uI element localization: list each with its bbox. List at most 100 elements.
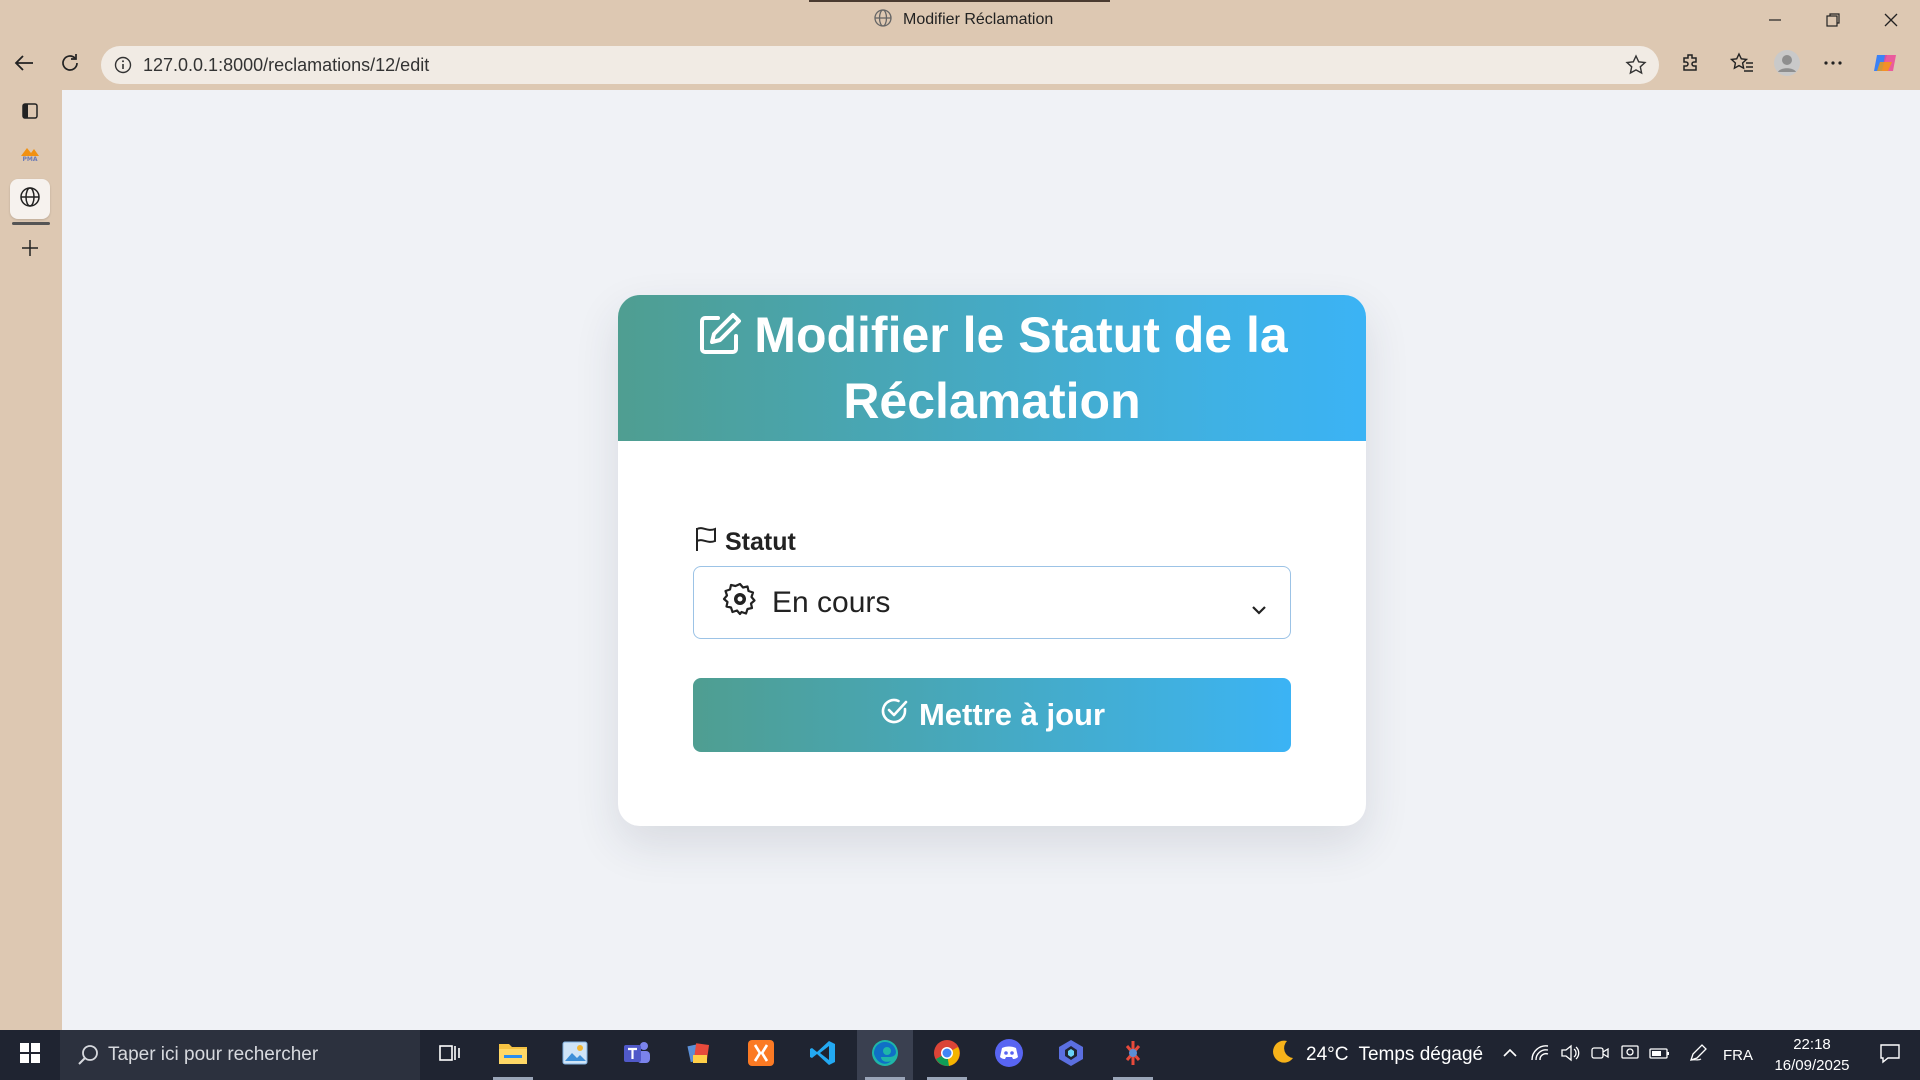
- sidebar-item-pma[interactable]: PMA: [10, 136, 50, 176]
- url-text[interactable]: 127.0.0.1:8000/reclamations/12/edit: [143, 55, 429, 76]
- more-icon: [1822, 52, 1844, 79]
- edit-icon: [696, 310, 744, 371]
- app-red-icon: [685, 1039, 713, 1072]
- taskbar-chrome[interactable]: [919, 1030, 975, 1080]
- taskbar-search-placeholder: Taper ici pour rechercher: [108, 1044, 319, 1065]
- volume-icon: [1560, 1044, 1580, 1067]
- pma-logo: PMA: [19, 146, 41, 167]
- card-title: Modifier le Statut de la Réclamation: [672, 305, 1312, 431]
- taskbar-file-explorer[interactable]: [485, 1030, 541, 1080]
- network-button[interactable]: [1526, 1030, 1554, 1080]
- taskbar-photos[interactable]: [547, 1030, 603, 1080]
- chrome-icon: [932, 1038, 962, 1073]
- battery-button[interactable]: [1646, 1030, 1674, 1080]
- task-view-button[interactable]: [422, 1030, 478, 1080]
- pen-button[interactable]: [1684, 1030, 1712, 1080]
- language-indicator[interactable]: FRA: [1718, 1030, 1758, 1080]
- page-viewport: Modifier le Statut de la Réclamation Sta…: [62, 90, 1920, 1030]
- copilot-icon: [1871, 49, 1899, 82]
- new-tab-button[interactable]: [10, 230, 50, 270]
- xampp-icon: [747, 1039, 775, 1072]
- display-icon: [1620, 1044, 1640, 1067]
- taskbar-vscode[interactable]: [795, 1030, 851, 1080]
- taskbar-copilot[interactable]: [1043, 1030, 1099, 1080]
- tab-actions-icon: [20, 101, 40, 126]
- show-hidden-icons-button[interactable]: [1496, 1030, 1524, 1080]
- search-icon: [76, 1043, 100, 1073]
- taskbar-app-red[interactable]: [671, 1030, 727, 1080]
- meet-now-button[interactable]: [1586, 1030, 1614, 1080]
- status-select-value: En cours: [772, 585, 891, 619]
- windows-logo-icon: [19, 1042, 41, 1069]
- notifications-button[interactable]: [1866, 1030, 1914, 1080]
- weather-widget[interactable]: 24°C Temps dégagé: [1268, 1030, 1483, 1080]
- copilot-taskbar-icon: [1056, 1038, 1086, 1073]
- display-settings-button[interactable]: [1616, 1030, 1644, 1080]
- folder-icon: [498, 1040, 528, 1071]
- site-info-icon[interactable]: [113, 55, 133, 80]
- task-view-icon: [438, 1041, 462, 1070]
- edge-icon: [870, 1038, 900, 1073]
- chevron-up-icon: [1501, 1044, 1519, 1067]
- update-button[interactable]: Mettre à jour: [693, 678, 1291, 752]
- svg-text:PMA: PMA: [22, 156, 37, 162]
- battery-icon: [1649, 1044, 1671, 1067]
- volume-button[interactable]: [1556, 1030, 1584, 1080]
- back-button[interactable]: [5, 46, 43, 84]
- title-bar: Modifier Réclamation: [0, 0, 1920, 40]
- new-tab-plus-icon: [20, 238, 40, 263]
- more-button[interactable]: [1814, 46, 1852, 84]
- chevron-down-icon: [1250, 593, 1268, 627]
- notification-icon: [1879, 1042, 1901, 1069]
- vscode-icon: [809, 1039, 837, 1072]
- status-label-text: Statut: [725, 528, 796, 556]
- moon-icon: [1268, 1038, 1296, 1072]
- back-icon: [13, 52, 35, 79]
- photos-icon: [561, 1039, 589, 1072]
- favorites-icon: [1729, 51, 1754, 79]
- minimize-button[interactable]: [1746, 0, 1804, 40]
- window-title-text: Modifier Réclamation: [903, 11, 1054, 28]
- teams-icon: [622, 1039, 652, 1072]
- clock[interactable]: 22:18 16/09/2025: [1762, 1034, 1862, 1076]
- check-circle-icon: [879, 696, 909, 734]
- browser-toolbar: 127.0.0.1:8000/reclamations/12/edit: [0, 40, 1920, 90]
- close-button[interactable]: [1862, 0, 1920, 40]
- window-title: Modifier Réclamation: [873, 0, 1053, 40]
- card-title-text: Modifier le Statut de la Réclamation: [754, 307, 1288, 429]
- gear-icon: [722, 581, 758, 625]
- weather-temp: 24°C: [1306, 1044, 1349, 1065]
- app-tool-icon: [1119, 1039, 1147, 1072]
- active-tab-underline: [12, 222, 50, 225]
- status-label: Statut: [693, 525, 796, 560]
- wifi-icon: [1530, 1044, 1550, 1067]
- taskbar-discord[interactable]: [981, 1030, 1037, 1080]
- browser-sidebar: PMA: [0, 90, 62, 1030]
- taskbar-app-tool[interactable]: [1105, 1030, 1161, 1080]
- restore-button[interactable]: [1804, 0, 1862, 40]
- status-select[interactable]: En cours: [693, 566, 1291, 639]
- camera-icon: [1590, 1044, 1610, 1067]
- favorite-star-icon[interactable]: [1625, 54, 1647, 81]
- copilot-button[interactable]: [1866, 46, 1904, 84]
- taskbar-xampp[interactable]: [733, 1030, 789, 1080]
- edit-card: Modifier le Statut de la Réclamation Sta…: [618, 295, 1366, 826]
- profile-button[interactable]: [1768, 46, 1806, 84]
- taskbar-search[interactable]: Taper ici pour rechercher: [60, 1030, 420, 1080]
- start-button[interactable]: [0, 1030, 60, 1080]
- reload-icon: [59, 52, 81, 79]
- taskbar-teams[interactable]: [609, 1030, 665, 1080]
- clock-date: 16/09/2025: [1774, 1057, 1850, 1074]
- card-header: Modifier le Statut de la Réclamation: [618, 295, 1366, 441]
- sidebar-item-current-tab[interactable]: [10, 179, 50, 219]
- address-bar[interactable]: 127.0.0.1:8000/reclamations/12/edit: [101, 46, 1659, 84]
- clock-time: 22:18: [1793, 1036, 1831, 1053]
- taskbar-edge[interactable]: [857, 1030, 913, 1080]
- favorites-button[interactable]: [1723, 46, 1761, 84]
- globe-icon: [873, 8, 893, 33]
- extensions-icon: [1680, 52, 1702, 79]
- extensions-button[interactable]: [1672, 46, 1710, 84]
- reload-button[interactable]: [51, 46, 89, 84]
- tab-actions-button[interactable]: [10, 93, 50, 133]
- flag-icon: [693, 525, 719, 560]
